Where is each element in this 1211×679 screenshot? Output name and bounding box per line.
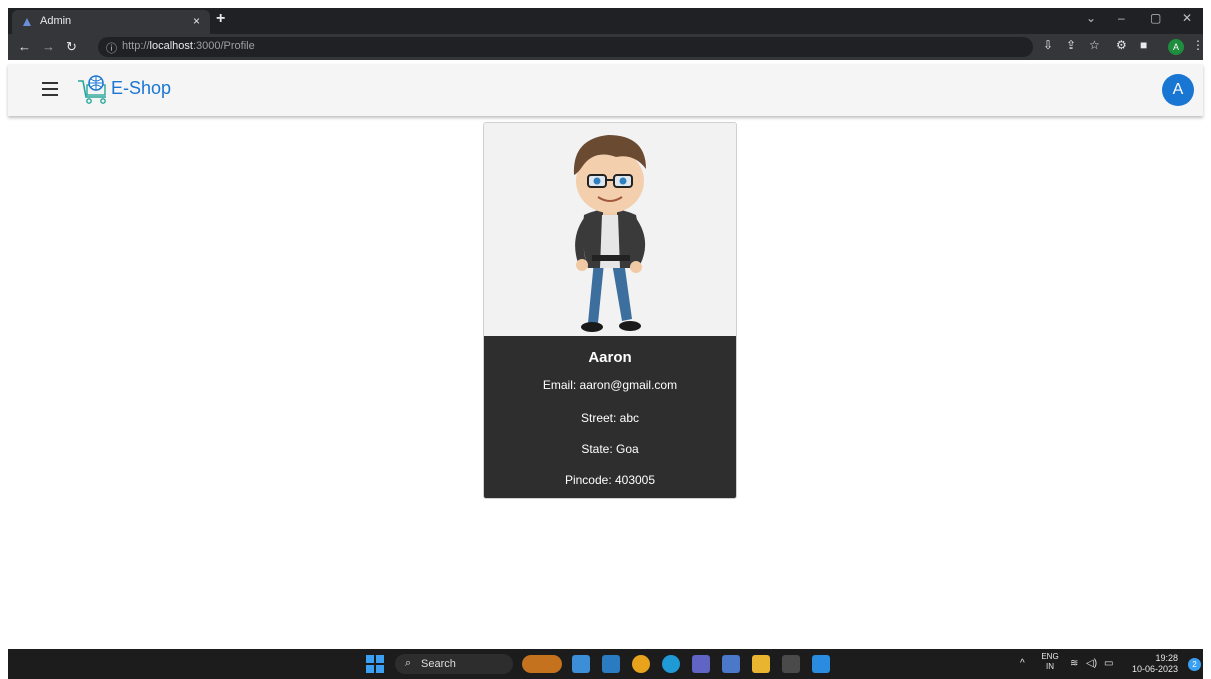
lang-top: ENG (1041, 652, 1059, 661)
brand-name[interactable]: E-Shop (111, 78, 171, 99)
browser-profile-avatar[interactable]: A (1168, 39, 1184, 55)
reload-icon[interactable]: ↻ (66, 39, 77, 55)
close-window-button[interactable]: ✕ (1182, 11, 1192, 25)
terminal-icon[interactable] (782, 655, 800, 673)
wifi-icon[interactable]: ≋ (1070, 658, 1078, 669)
browser-tab-strip: Admin × + ⌄ – ▢ ✕ (8, 8, 1203, 34)
windows-start-icon[interactable] (366, 655, 384, 673)
tab-favicon-icon (23, 18, 31, 26)
browser-tab[interactable]: Admin × (12, 10, 210, 34)
menu-line (42, 94, 58, 96)
notification-badge[interactable]: 2 (1188, 658, 1201, 671)
tab-search-icon[interactable]: ⌄ (1086, 11, 1096, 25)
share-icon[interactable]: ⇪ (1066, 38, 1076, 52)
forward-icon[interactable]: → (42, 39, 55, 54)
menu-line (42, 82, 58, 84)
clock-date: 10-06-2023 (1131, 664, 1178, 674)
search-icon: ⌕ (405, 657, 412, 669)
sidepanel-icon[interactable]: ■ (1140, 38, 1147, 52)
profile-street: Street: abc (580, 411, 640, 425)
battery-icon[interactable]: ▭ (1104, 658, 1113, 669)
explorer-icon[interactable] (752, 655, 770, 673)
profile-email: Email: aaron@gmail.com (542, 378, 678, 392)
vs-icon[interactable] (722, 655, 740, 673)
menu-icon[interactable] (42, 82, 58, 96)
minimize-button[interactable]: – (1118, 11, 1125, 25)
address-bar[interactable]: ⓘ http://localhost:3000/Profile (98, 37, 1033, 57)
back-icon[interactable]: ← (18, 39, 31, 54)
clock-time: 19:28 (1155, 653, 1178, 663)
app-header: E-Shop A (8, 64, 1203, 116)
lang-bottom: IN (1046, 662, 1054, 671)
profile-details: Aaron Email: aaron@gmail.com Street: abc… (484, 336, 736, 498)
profile-state: State: Goa (581, 442, 639, 456)
taskbar-clock[interactable]: 19:28 10-06-2023 (1128, 653, 1178, 675)
profile-card: Aaron Email: aaron@gmail.com Street: abc… (483, 122, 737, 499)
vscode-icon[interactable] (812, 655, 830, 673)
edge-icon[interactable] (662, 655, 680, 673)
site-info-icon[interactable]: ⓘ (106, 40, 117, 56)
install-icon[interactable]: ⇩ (1043, 38, 1053, 52)
tab-title: Admin (40, 15, 72, 27)
tray-overflow-icon[interactable]: ^ (1020, 658, 1025, 669)
profile-name: Aaron (588, 349, 632, 366)
bookmark-star-icon[interactable]: ☆ (1089, 38, 1100, 52)
cartoon-avatar-image (573, 135, 646, 332)
url-text: http://localhost:3000/Profile (122, 40, 255, 52)
menu-dots-icon[interactable]: ⋮ (1192, 38, 1204, 52)
taskbar-search-label: Search (421, 658, 456, 670)
store-icon[interactable] (572, 655, 590, 673)
start-tile (376, 655, 384, 663)
start-tile (366, 665, 374, 673)
language-indicator[interactable]: ENG IN (1040, 652, 1060, 672)
extensions-icon[interactable]: ⚙ (1116, 38, 1127, 52)
taskbar-search[interactable]: ⌕ Search (395, 654, 513, 674)
user-avatar-button[interactable]: A (1162, 74, 1194, 106)
start-tile (376, 665, 384, 673)
tab-close-icon[interactable]: × (193, 14, 200, 28)
menu-line (42, 88, 58, 90)
browser-toolbar: ← → ↻ ⓘ http://localhost:3000/Profile ⇩ … (8, 34, 1204, 60)
profile-image (484, 123, 736, 336)
shop-cart-logo-icon (78, 75, 106, 104)
app-icon[interactable] (602, 655, 620, 673)
widgets-icon[interactable] (522, 655, 562, 673)
chrome-icon[interactable] (632, 655, 650, 673)
windows-taskbar: ⌕ Search ^ ENG IN ≋ ◁) ▭ 19:28 10-06-2023 … (8, 649, 1203, 679)
volume-icon[interactable]: ◁) (1086, 658, 1097, 669)
screen: Admin × + ⌄ – ▢ ✕ ← → ↻ ⓘ http://localho… (0, 0, 1211, 679)
teams-icon[interactable] (692, 655, 710, 673)
profile-pincode: Pincode: 403005 (564, 473, 656, 487)
new-tab-button[interactable]: + (216, 10, 225, 28)
maximize-button[interactable]: ▢ (1150, 11, 1161, 25)
start-tile (366, 655, 374, 663)
